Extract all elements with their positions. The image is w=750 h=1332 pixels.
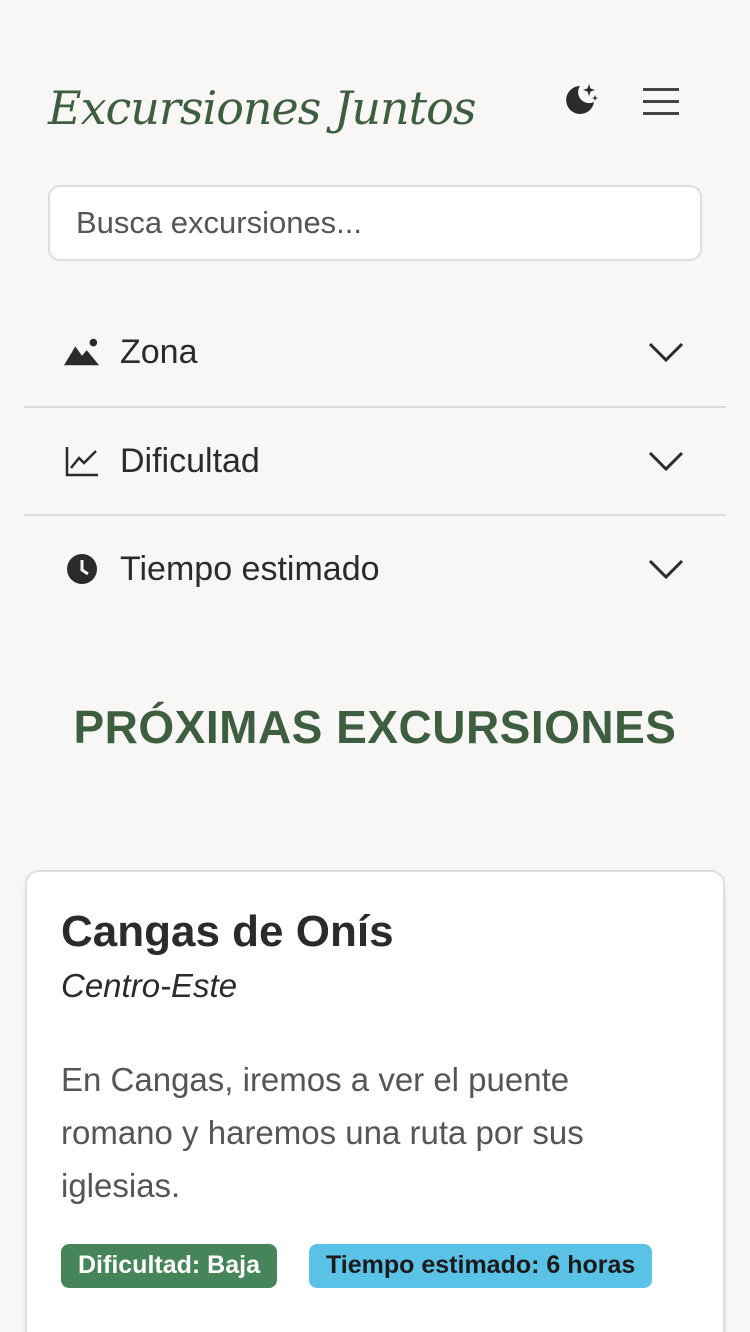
filter-dificultad[interactable]: Dificultad [24,406,726,514]
page: Excursiones Juntos Busca excursiones... … [0,0,750,1332]
filters-accordion: Zona Dificultad Tiempo estimado [24,298,726,622]
chevron-down-icon [648,557,684,581]
site-header: Excursiones Juntos [48,62,702,154]
excursion-card[interactable]: Cangas de Onís Centro-Este En Cangas, ir… [25,870,725,1332]
menu-toggle-button[interactable] [638,80,686,128]
filter-zona[interactable]: Zona [24,298,726,406]
excursion-title: Cangas de Onís [61,907,394,956]
chevron-down-icon [648,340,684,364]
excursion-description: En Cangas, iremos a ver el puente romano… [61,1060,584,1204]
section-title: PRÓXIMAS EXCURSIONES [73,701,677,753]
time-badge: Tiempo estimado: 6 horas [308,1243,653,1288]
filter-label: Tiempo estimado [120,549,380,588]
filter-tiempo[interactable]: Tiempo estimado [24,514,726,622]
filter-label: Dificultad [120,441,260,480]
chevron-down-icon [648,449,684,473]
search-input[interactable] [48,185,702,261]
mountains-icon [64,334,100,370]
filter-label: Zona [120,332,198,371]
moon-stars-icon [560,80,600,125]
excursion-zone: Centro-Este [61,966,238,1004]
site-logo[interactable]: Excursiones Juntos [48,85,476,131]
hamburger-menu-icon [643,87,681,122]
clock-icon [64,551,100,587]
difficulty-badge: Dificultad: Baja [61,1243,277,1288]
excursion-badges: Dificultad: Baja Tiempo estimado: 6 hora… [61,1243,689,1288]
theme-toggle-button[interactable] [558,80,602,124]
line-chart-icon [64,443,100,479]
